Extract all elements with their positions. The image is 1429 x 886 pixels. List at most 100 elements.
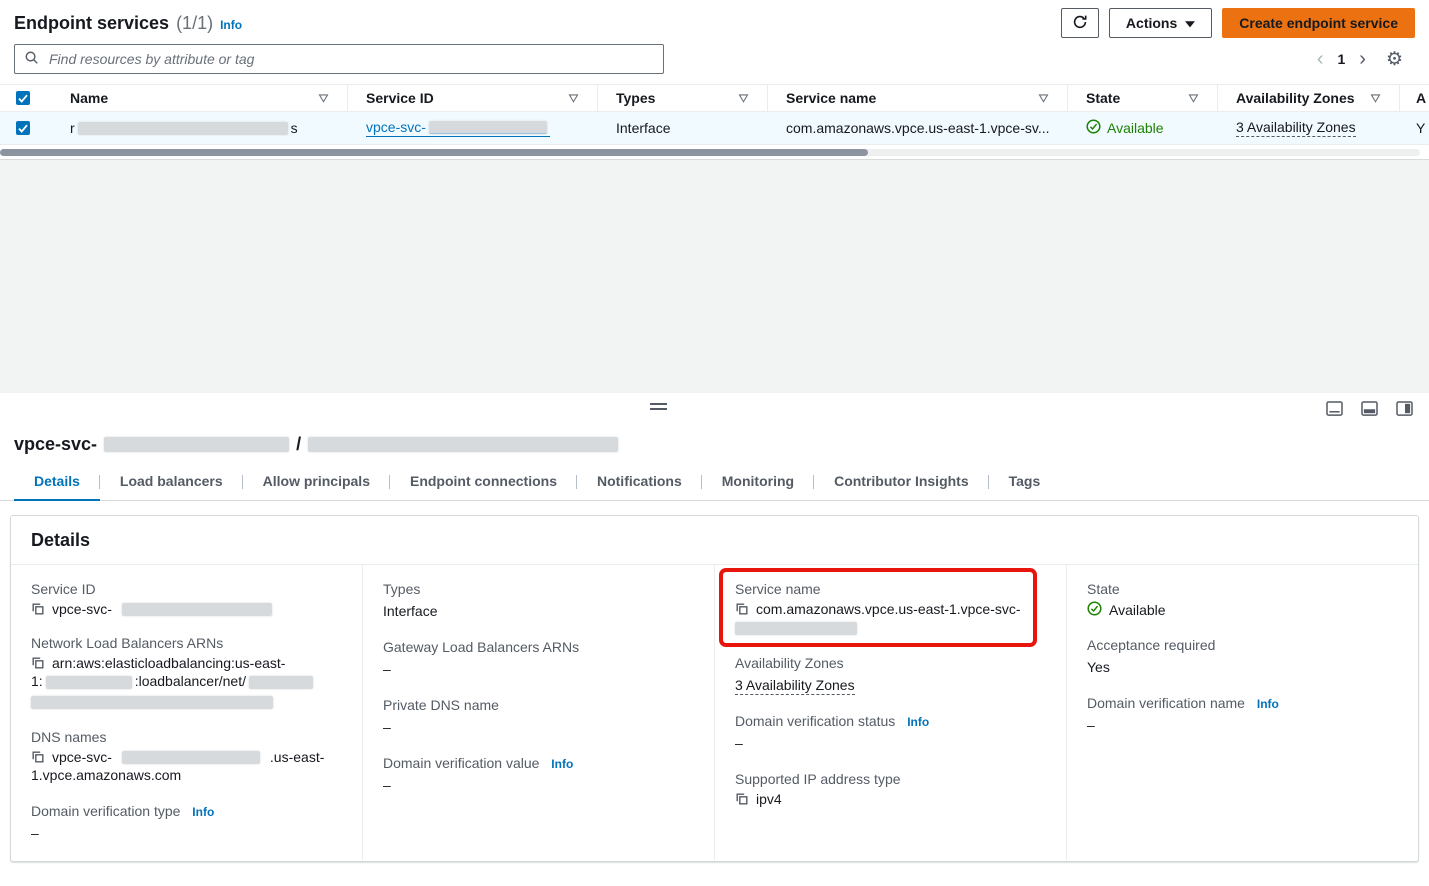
tab-monitoring[interactable]: Monitoring [702, 465, 814, 500]
column-label: Service ID [366, 90, 434, 106]
column-header-acceptance-truncated[interactable]: A [1400, 85, 1429, 111]
horizontal-scrollbar-thumb[interactable] [0, 149, 868, 156]
header-actions: Actions Create endpoint service [1061, 8, 1415, 38]
sort-filter-icon[interactable] [1188, 94, 1199, 103]
search-icon [24, 50, 39, 68]
info-link[interactable]: Info [551, 757, 573, 771]
refresh-icon [1072, 14, 1088, 33]
create-endpoint-service-button[interactable]: Create endpoint service [1222, 8, 1415, 38]
actions-button[interactable]: Actions [1109, 8, 1212, 38]
ip-type-value: ipv4 [756, 791, 782, 807]
details-column-4: State Available Acceptance required Yes … [1066, 565, 1418, 861]
availability-zones-popover-link[interactable]: 3 Availability Zones [1236, 119, 1356, 137]
tab-notifications[interactable]: Notifications [577, 465, 702, 500]
status-badge: Available [1087, 601, 1398, 619]
tab-load-balancers[interactable]: Load balancers [100, 465, 243, 500]
tab-details[interactable]: Details [14, 465, 100, 501]
field-state: State Available [1087, 581, 1398, 619]
column-label: Availability Zones [1236, 90, 1355, 106]
table-toolbar: ‹ 1 › ⚙ [0, 44, 1429, 74]
tab-contributor-insights[interactable]: Contributor Insights [814, 465, 989, 500]
next-page-button[interactable]: › [1359, 49, 1366, 69]
service-id-value: vpce-svc- [52, 601, 112, 617]
nlb-arn-text: 1::loadbalancer/net/ [31, 671, 342, 691]
detail-split-panel: vpce-svc- / Details Load balancers Allow… [0, 393, 1429, 862]
table-header: Name Service ID Types Service name State… [0, 84, 1429, 112]
column-header-types[interactable]: Types [598, 85, 768, 111]
empty-value: – [383, 775, 694, 795]
copy-icon[interactable] [31, 750, 45, 764]
field-label: Domain verification name [1087, 695, 1245, 711]
sort-filter-icon[interactable] [738, 94, 749, 103]
field-private-dns-name: Private DNS name – [383, 697, 694, 737]
field-label: Domain verification status [735, 713, 895, 729]
acceptance-value: Yes [1087, 657, 1398, 677]
actions-label: Actions [1126, 15, 1177, 31]
copy-icon[interactable] [31, 656, 45, 670]
copy-icon[interactable] [31, 602, 45, 616]
split-panel-drag-handle[interactable] [650, 403, 667, 410]
layout-bottom-panel-icon[interactable] [1326, 401, 1343, 416]
field-label: Private DNS name [383, 697, 694, 713]
search-box[interactable] [14, 44, 664, 74]
column-header-service-id[interactable]: Service ID [348, 85, 598, 111]
copy-icon[interactable] [735, 792, 749, 806]
column-label: State [1086, 90, 1120, 106]
caret-down-icon [1185, 15, 1195, 31]
row-checkbox[interactable] [16, 121, 30, 135]
table-row[interactable]: rs vpce-svc- Interface com.amazonaws.vpc… [0, 112, 1429, 145]
field-label: Domain verification type [31, 803, 180, 819]
split-panel-bar [0, 393, 1429, 429]
tab-allow-principals[interactable]: Allow principals [243, 465, 390, 500]
tab-tags[interactable]: Tags [989, 465, 1061, 500]
redacted-text [122, 751, 260, 764]
service-name-value: com.amazonaws.vpce.us-east-1.vpce-svc- [756, 601, 1021, 617]
split-panel-preferences [1326, 401, 1413, 416]
previous-page-button[interactable]: ‹ [1317, 49, 1324, 69]
field-service-id: Service ID vpce-svc- [31, 581, 342, 617]
current-page[interactable]: 1 [1337, 51, 1345, 67]
page-title: Endpoint services (1/1) Info [14, 13, 242, 34]
status-available-icon [1086, 119, 1101, 137]
field-domain-verification-value: Domain verification value Info – [383, 755, 694, 795]
column-header-name[interactable]: Name [48, 85, 348, 111]
search-input[interactable] [47, 50, 654, 68]
info-link[interactable]: Info [907, 715, 929, 729]
redacted-text [308, 437, 618, 452]
column-header-state[interactable]: State [1068, 85, 1218, 111]
select-all-checkbox[interactable] [16, 91, 30, 105]
field-label: State [1087, 581, 1398, 597]
cell-availability-zones: 3 Availability Zones [1218, 119, 1400, 137]
dns-name-text: .us-east- [270, 749, 324, 765]
cell-name: rs [48, 120, 348, 136]
layout-bottom-split-icon[interactable] [1361, 401, 1378, 416]
field-label: Network Load Balancers ARNs [31, 635, 342, 651]
acceptance-text: Y [1416, 120, 1425, 136]
sort-filter-icon[interactable] [318, 94, 329, 103]
column-header-service-name[interactable]: Service name [768, 85, 1068, 111]
field-service-name: Service name com.amazonaws.vpce.us-east-… [735, 581, 1046, 637]
layout-side-split-icon[interactable] [1396, 401, 1413, 416]
copy-icon[interactable] [735, 602, 749, 616]
column-header-availability-zones[interactable]: Availability Zones [1218, 85, 1400, 111]
cell-service-id: vpce-svc- [348, 119, 598, 137]
info-link[interactable]: Info [1257, 697, 1279, 711]
details-column-1: Service ID vpce-svc- Network Load Balanc… [11, 565, 362, 861]
sort-filter-icon[interactable] [1038, 94, 1049, 103]
sort-filter-icon[interactable] [568, 94, 579, 103]
service-id-link[interactable]: vpce-svc- [366, 119, 550, 137]
availability-zones-popover-link[interactable]: 3 Availability Zones [735, 677, 855, 695]
field-label: Types [383, 581, 694, 597]
horizontal-scrollbar[interactable] [0, 149, 1420, 156]
state-text: Available [1109, 602, 1166, 618]
info-link[interactable]: Info [192, 805, 214, 819]
sort-filter-icon[interactable] [1370, 94, 1381, 103]
dns-name-text: 1.vpce.amazonaws.com [31, 765, 342, 785]
redacted-text [31, 696, 273, 709]
settings-gear-icon[interactable]: ⚙ [1386, 50, 1403, 69]
refresh-button[interactable] [1061, 8, 1099, 38]
cell-state: Available [1068, 119, 1218, 137]
field-supported-ip-address-type: Supported IP address type ipv4 [735, 771, 1046, 807]
info-link[interactable]: Info [220, 18, 242, 32]
tab-endpoint-connections[interactable]: Endpoint connections [390, 465, 577, 500]
